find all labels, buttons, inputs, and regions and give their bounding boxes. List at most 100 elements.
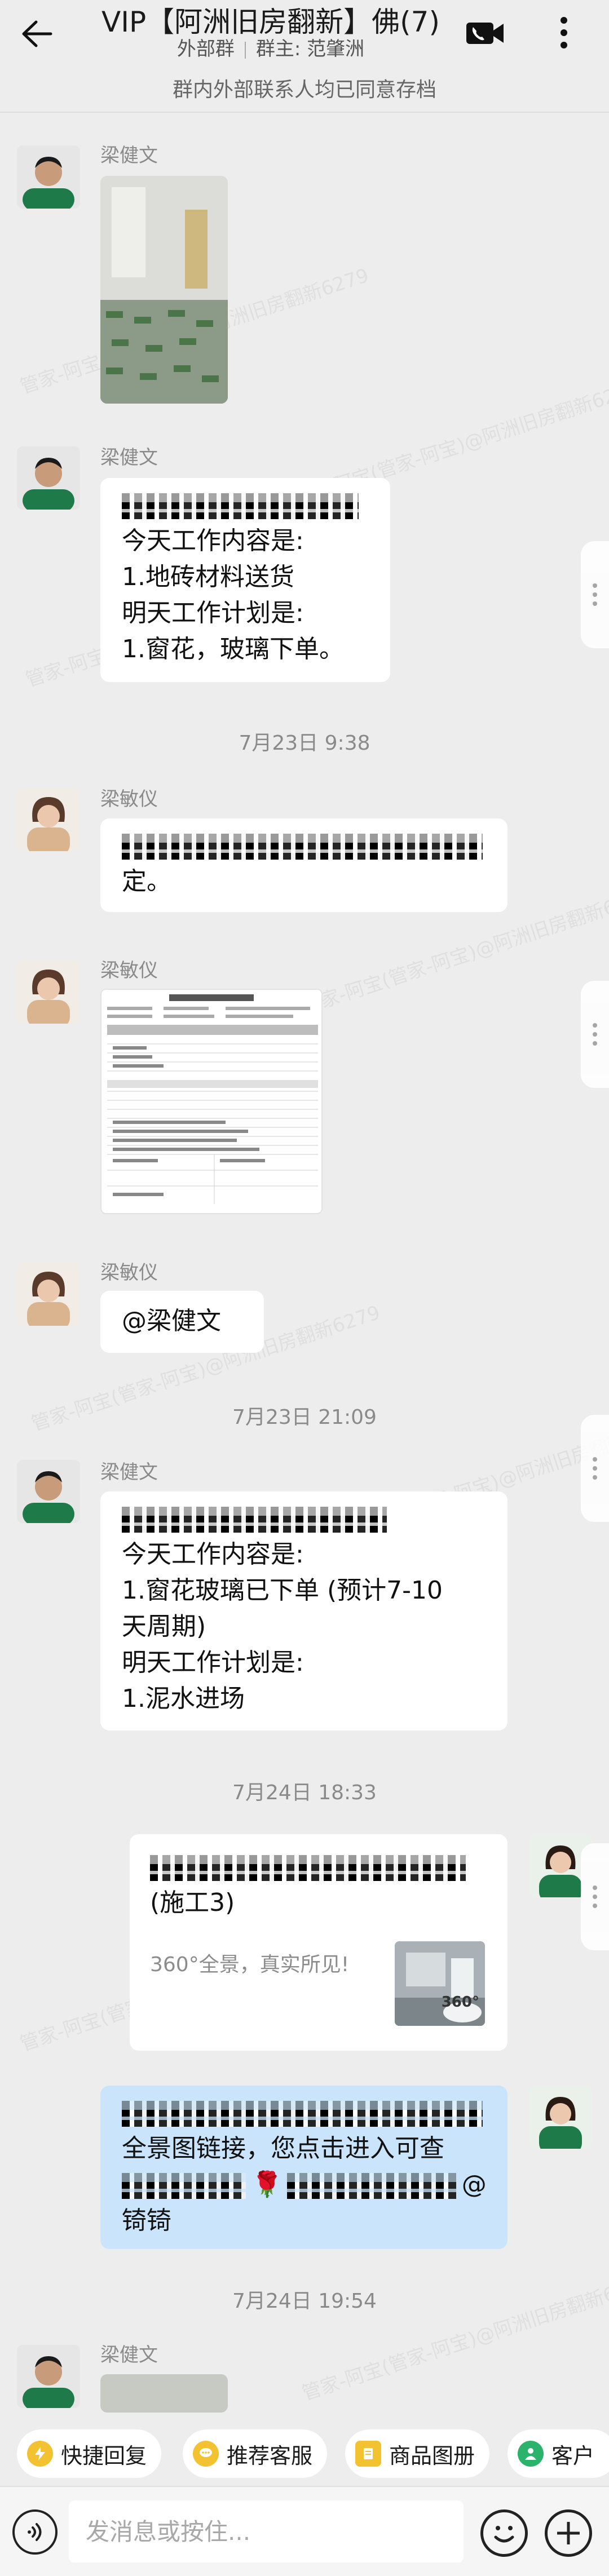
mention-name[interactable]: 锜锜 bbox=[122, 2203, 486, 2239]
message-input[interactable] bbox=[69, 2500, 464, 2562]
more-vertical-icon bbox=[561, 17, 567, 48]
redacted-mosaic bbox=[286, 2173, 456, 2199]
timestamp: 7月24日 19:54 bbox=[232, 2290, 377, 2313]
document-image-message[interactable] bbox=[100, 989, 323, 1214]
avatar-woman-icon bbox=[529, 2086, 592, 2149]
message-line-mixed: 🌹 @ bbox=[122, 2167, 487, 2203]
sender-name: 梁健文 bbox=[100, 144, 158, 167]
smile-icon bbox=[494, 2526, 514, 2543]
message-line: 明天工作计划是: bbox=[122, 1648, 304, 1677]
redacted-mosaic bbox=[122, 2101, 483, 2127]
rose-emoji: 🌹 bbox=[251, 2170, 283, 2199]
avatar-man-icon bbox=[17, 145, 80, 209]
quick-reply-button[interactable]: 快捷回复 bbox=[17, 2429, 162, 2478]
avatar-man-icon bbox=[17, 2345, 80, 2408]
text-message[interactable]: 今天工作内容是: 1.窗花玻璃已下单 (预计7-10 天周期) 明天工作计划是:… bbox=[100, 1491, 508, 1730]
catalog-icon bbox=[355, 2441, 381, 2467]
avatar[interactable] bbox=[17, 145, 80, 209]
text-message[interactable]: @梁健文 bbox=[100, 1291, 264, 1353]
message-line: 今天工作内容是: bbox=[122, 1540, 304, 1569]
card-thumbnail: 360° bbox=[395, 1941, 485, 2026]
avatar[interactable] bbox=[17, 446, 80, 510]
message-line: 1.窗花，玻璃下单。 bbox=[122, 635, 344, 663]
sender-name: 梁健文 bbox=[100, 1461, 158, 1484]
recommend-service-button[interactable]: 推荐客服 bbox=[183, 2429, 328, 2478]
sender-name: 梁健文 bbox=[100, 446, 158, 469]
customer-icon bbox=[518, 2441, 544, 2467]
chip-label: 客户 bbox=[551, 2443, 595, 2468]
redacted-line bbox=[122, 487, 369, 523]
header-divider bbox=[0, 112, 609, 113]
voice-wave-icon bbox=[28, 2523, 42, 2541]
side-panel-handle[interactable] bbox=[581, 1843, 609, 1950]
side-panel-handle[interactable] bbox=[581, 541, 609, 648]
divider bbox=[244, 41, 246, 59]
redacted-mosaic bbox=[122, 2173, 246, 2199]
link-card-message[interactable]: (施工3) 360°全景，真实所见! 360° bbox=[130, 1834, 508, 2051]
avatar[interactable] bbox=[17, 1460, 80, 1523]
message-line: 1.地砖材料送货 bbox=[122, 563, 294, 591]
group-type: 外部群 bbox=[176, 38, 235, 60]
construction-photo bbox=[100, 176, 228, 404]
avatar-woman-icon bbox=[17, 1263, 80, 1326]
redacted-line bbox=[150, 1849, 488, 1885]
message-line: 1.泥水进场 bbox=[122, 1684, 245, 1713]
redacted-mosaic bbox=[122, 493, 359, 519]
more-button[interactable] bbox=[541, 10, 586, 55]
redacted-mosaic bbox=[122, 834, 483, 860]
chat-header: VIP【阿洲旧房翻新】佛(7) 外部群 群主: 范肇洲 群内外部联系人均已同意存档 bbox=[0, 0, 609, 113]
message-line: 明天工作计划是: bbox=[122, 599, 304, 627]
timestamp: 7月23日 21:09 bbox=[232, 1406, 377, 1429]
text-message[interactable]: 今天工作内容是: 1.地砖材料送货 明天工作计划是: 1.窗花，玻璃下单。 bbox=[100, 478, 390, 682]
add-button[interactable] bbox=[545, 2509, 592, 2557]
quick-action-bar: 快捷回复 推荐客服 商品图册 客户 bbox=[0, 2413, 609, 2486]
message-line: 定。 bbox=[122, 867, 171, 896]
emoji-button[interactable] bbox=[480, 2509, 528, 2557]
side-panel-handle[interactable] bbox=[581, 981, 609, 1088]
avatar[interactable] bbox=[529, 2086, 592, 2149]
photo-message[interactable] bbox=[100, 176, 228, 404]
card-description: 360°全景，真实所见! bbox=[150, 1953, 350, 1976]
photo-message[interactable] bbox=[100, 2374, 228, 2413]
call-button[interactable] bbox=[462, 14, 508, 53]
avatar-woman-icon bbox=[17, 788, 80, 851]
card-title: (施工3) bbox=[150, 1849, 488, 1921]
redacted-line bbox=[122, 827, 486, 864]
customer-button[interactable]: 客户 bbox=[508, 2429, 609, 2478]
avatar-woman-icon bbox=[17, 961, 80, 1024]
sender-name: 梁敏仪 bbox=[100, 788, 158, 811]
card-title-line: (施工3) bbox=[150, 1888, 235, 1917]
timestamp: 7月24日 18:33 bbox=[232, 1781, 377, 1804]
mention-text[interactable]: @梁健文 bbox=[122, 1303, 242, 1339]
input-bar bbox=[0, 2486, 609, 2576]
redacted-line bbox=[122, 1501, 486, 1537]
avatar-man-icon bbox=[17, 446, 80, 510]
message-line: 1.窗花玻璃已下单 (预计7-10 bbox=[122, 1576, 443, 1605]
product-catalog-button[interactable]: 商品图册 bbox=[345, 2429, 490, 2478]
sender-name: 梁敏仪 bbox=[100, 1262, 158, 1284]
group-owner: 群主: 范肇洲 bbox=[255, 38, 365, 60]
redacted-line bbox=[122, 2095, 486, 2131]
sender-name: 梁健文 bbox=[100, 2344, 158, 2366]
text-message-self[interactable]: 全景图链接，您点击进入可查 🌹 @ 锜锜 bbox=[100, 2086, 508, 2249]
side-panel-handle[interactable] bbox=[581, 1415, 609, 1522]
avatar[interactable] bbox=[17, 2345, 80, 2408]
message-line: 今天工作内容是: bbox=[122, 526, 304, 555]
chip-label: 商品图册 bbox=[389, 2443, 475, 2468]
avatar[interactable] bbox=[17, 1263, 80, 1326]
sender-name: 梁敏仪 bbox=[100, 959, 158, 982]
phone-video-icon bbox=[466, 23, 504, 44]
message-line: 天周期) bbox=[122, 1612, 206, 1641]
text-message[interactable]: 定。 bbox=[100, 818, 508, 912]
arrow-left-icon bbox=[22, 20, 52, 47]
back-button[interactable] bbox=[14, 11, 59, 56]
chip-label: 推荐客服 bbox=[227, 2443, 313, 2468]
chip-label: 快捷回复 bbox=[61, 2443, 147, 2468]
archive-notice: 群内外部联系人均已同意存档 bbox=[172, 78, 436, 101]
avatar[interactable] bbox=[17, 961, 80, 1024]
voice-button[interactable] bbox=[12, 2509, 58, 2555]
message-line: 全景图链接，您点击进入可查 bbox=[122, 2134, 444, 2163]
avatar[interactable] bbox=[17, 788, 80, 851]
redacted-mosaic bbox=[150, 1855, 466, 1881]
chat-subtitle: 外部群 群主: 范肇洲 bbox=[79, 35, 462, 63]
